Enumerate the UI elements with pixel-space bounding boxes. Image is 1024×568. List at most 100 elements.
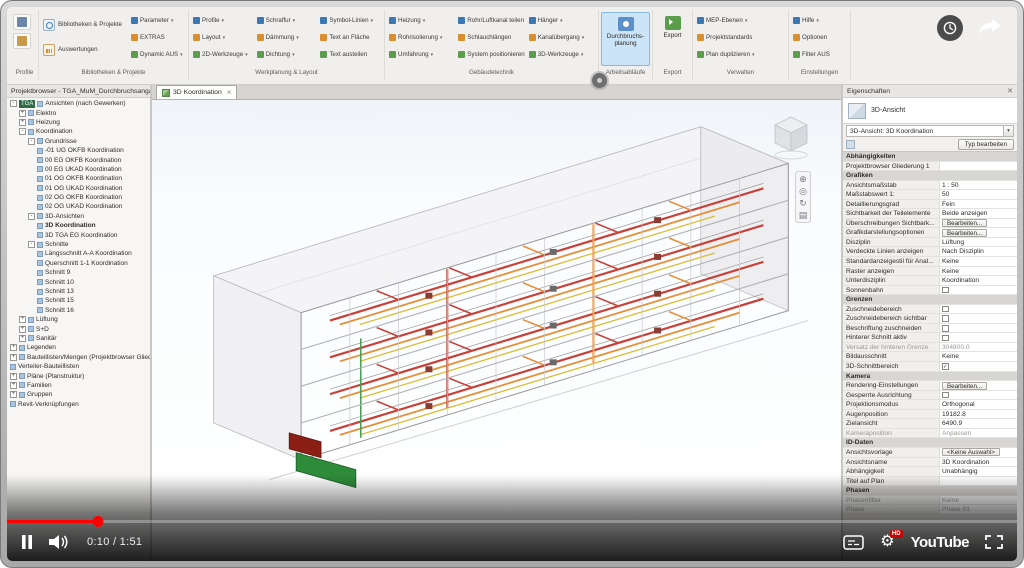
property-row[interactable]: Grenzen bbox=[843, 295, 1017, 305]
checkbox[interactable] bbox=[942, 306, 949, 313]
ribbon-button[interactable]: Kanalübergang ▾ bbox=[527, 29, 596, 46]
tree-item[interactable]: 00 EG UKAD Koordination bbox=[7, 165, 150, 174]
tree-item[interactable]: - Schnitte bbox=[7, 240, 150, 249]
tree-item[interactable]: 01 OG OKFB Koordination bbox=[7, 174, 150, 183]
property-value[interactable]: 1 : 50 bbox=[940, 181, 1017, 190]
type-combo[interactable]: 3D-Ansicht: 3D Koordination ▾ bbox=[846, 125, 1014, 137]
property-row[interactable]: Gesperrte Ausrichtung bbox=[843, 391, 1017, 401]
tree-item[interactable]: - 3D-Ansichten bbox=[7, 212, 150, 221]
expander-icon[interactable]: + bbox=[19, 335, 26, 342]
expander-icon[interactable]: + bbox=[10, 382, 17, 389]
property-value[interactable]: Nach Disziplin bbox=[940, 247, 1017, 256]
ribbon-button[interactable]: Umfahrung ▾ bbox=[387, 46, 456, 63]
fullscreen-button[interactable] bbox=[985, 535, 1003, 549]
expander-icon[interactable]: - bbox=[28, 213, 35, 220]
profile-tool-button[interactable] bbox=[13, 14, 31, 30]
property-row[interactable]: Kamera bbox=[843, 372, 1017, 382]
expander-icon[interactable]: + bbox=[19, 316, 26, 323]
tree-item[interactable]: - Grundrisse bbox=[7, 137, 150, 146]
property-value[interactable]: 304800.0 bbox=[940, 343, 1017, 352]
property-row[interactable]: Rendering-Einstellungen Bearbeiten... bbox=[843, 381, 1017, 391]
property-row[interactable]: Abhängigkeiten bbox=[843, 152, 1017, 162]
tree-item[interactable]: + Pläne (Planstruktur) bbox=[7, 371, 150, 380]
ribbon-button[interactable]: Optionen ▾ bbox=[791, 29, 848, 46]
property-row[interactable]: Ansichtsvorlage <Keine Auswahl> bbox=[843, 448, 1017, 458]
durchbruchsplanung-button[interactable]: Durchbruchs- planung bbox=[601, 12, 650, 66]
ribbon-button[interactable]: Text an Fläche ▾ bbox=[318, 29, 382, 46]
tree-item[interactable]: Verteiler-Bauteillisten bbox=[7, 362, 150, 371]
property-row[interactable]: Standardanzeigestil für Anal... Keine bbox=[843, 257, 1017, 267]
ribbon-button[interactable]: Layout ▾ bbox=[191, 29, 255, 46]
tree-item[interactable]: - TGA Ansichten (nach Gewerken) bbox=[7, 99, 150, 108]
property-value[interactable]: Anpassen bbox=[940, 429, 1017, 438]
tree-item[interactable]: Revit-Verknüpfungen bbox=[7, 400, 150, 409]
property-value[interactable] bbox=[940, 391, 1017, 400]
property-value[interactable]: 3D Koordination bbox=[940, 458, 1017, 467]
orbit-icon[interactable]: ◎ bbox=[799, 186, 807, 196]
view-cube[interactable] bbox=[767, 111, 815, 161]
expander-icon[interactable]: + bbox=[10, 391, 17, 398]
property-value[interactable]: Fein bbox=[940, 200, 1017, 209]
ribbon-button[interactable]: Symbol-Linien ▾ bbox=[318, 12, 382, 29]
property-row[interactable]: Hinterer Schnitt aktiv bbox=[843, 333, 1017, 343]
checkbox[interactable] bbox=[942, 325, 949, 332]
ribbon-button[interactable]: Bibliotheken & Projekte bbox=[41, 12, 129, 37]
tree-item[interactable]: + Elektro bbox=[7, 108, 150, 117]
ribbon-button[interactable]: System positionieren ▾ bbox=[456, 46, 526, 63]
property-row[interactable]: 3D-Schnittbereich bbox=[843, 362, 1017, 372]
property-value[interactable] bbox=[940, 286, 1017, 295]
property-value[interactable] bbox=[940, 314, 1017, 323]
subtitles-button[interactable] bbox=[843, 535, 864, 550]
property-value[interactable]: Beide anzeigen bbox=[940, 209, 1017, 218]
ribbon-button[interactable]: Parameter ▾ bbox=[129, 12, 186, 29]
chevron-down-icon[interactable]: ▾ bbox=[1003, 126, 1013, 136]
tree-item[interactable]: -01 UG OKFB Koordination bbox=[7, 146, 150, 155]
ribbon-button[interactable]: 2D-Werkzeuge ▾ bbox=[191, 46, 255, 63]
property-value[interactable]: Keine bbox=[940, 267, 1017, 276]
property-row[interactable]: Detaillierungsgrad Fein bbox=[843, 200, 1017, 210]
property-row[interactable]: Beschriftung zuschneiden bbox=[843, 324, 1017, 334]
ribbon-button[interactable]: Hänger ▾ bbox=[527, 12, 596, 29]
expander-icon[interactable]: + bbox=[19, 119, 26, 126]
property-row[interactable]: Kameraposition Anpassen bbox=[843, 429, 1017, 439]
export-button[interactable]: Export bbox=[655, 12, 690, 66]
tab-close-icon[interactable]: × bbox=[227, 88, 232, 97]
ribbon-button[interactable]: Schraffur ▾ bbox=[255, 12, 319, 29]
property-row[interactable]: Grafiken bbox=[843, 171, 1017, 181]
property-value[interactable]: Bearbeiten... bbox=[940, 219, 1017, 228]
checkbox[interactable] bbox=[942, 287, 949, 294]
expander-icon[interactable]: + bbox=[10, 373, 17, 380]
ribbon-button[interactable]: Dämmung ▾ bbox=[255, 29, 319, 46]
ribbon-button[interactable]: Dynamic AUS ▾ bbox=[129, 46, 186, 63]
property-row[interactable]: Verdeckte Linien anzeigen Nach Disziplin bbox=[843, 247, 1017, 257]
close-icon[interactable]: ✕ bbox=[1007, 85, 1013, 97]
tree-item[interactable]: 3D Koordination bbox=[7, 221, 150, 230]
property-row[interactable]: Sichtbarkeit der Teilelemente Beide anze… bbox=[843, 209, 1017, 219]
ribbon-button[interactable]: Auswertungen bbox=[41, 37, 129, 62]
share-button[interactable] bbox=[977, 16, 1003, 41]
property-row[interactable]: Bildausschnitt Keine bbox=[843, 352, 1017, 362]
expander-icon[interactable]: - bbox=[28, 241, 35, 248]
property-value[interactable]: Keine bbox=[940, 352, 1017, 361]
property-row[interactable]: Zielansicht 6490.9 bbox=[843, 419, 1017, 429]
property-value[interactable]: 19182.8 bbox=[940, 410, 1017, 419]
video-content[interactable]: Profile Bibliotheken & Projekte Auswertu… bbox=[7, 7, 1017, 561]
property-value[interactable]: <Keine Auswahl> bbox=[940, 448, 1017, 457]
ribbon-button[interactable]: Profile ▾ bbox=[191, 12, 255, 29]
tree-item[interactable]: + Lüftung bbox=[7, 315, 150, 324]
property-row[interactable]: Ansichtsmaßstab 1 : 50 bbox=[843, 181, 1017, 191]
checkbox[interactable] bbox=[942, 335, 949, 342]
property-value[interactable] bbox=[940, 324, 1017, 333]
property-row[interactable]: Zuschneidebereich bbox=[843, 305, 1017, 315]
expander-icon[interactable]: + bbox=[19, 110, 26, 117]
property-row[interactable]: Grafikdarstellungsoptionen Bearbeiten... bbox=[843, 228, 1017, 238]
tree-item[interactable]: - Koordination bbox=[7, 127, 150, 136]
property-value[interactable] bbox=[940, 362, 1017, 371]
property-row[interactable]: Überschreibungen Sichtbark... Bearbeiten… bbox=[843, 219, 1017, 229]
tree-item[interactable]: 02 OG UKAD Koordination bbox=[7, 202, 150, 211]
volume-button[interactable] bbox=[49, 534, 71, 550]
checkbox[interactable] bbox=[942, 315, 949, 322]
ribbon-button[interactable]: Rohr/Luftkanal teilen ▾ bbox=[456, 12, 526, 29]
tree-item[interactable]: Schnitt 9 bbox=[7, 268, 150, 277]
ribbon-button[interactable]: Text austeilen ▾ bbox=[318, 46, 382, 63]
